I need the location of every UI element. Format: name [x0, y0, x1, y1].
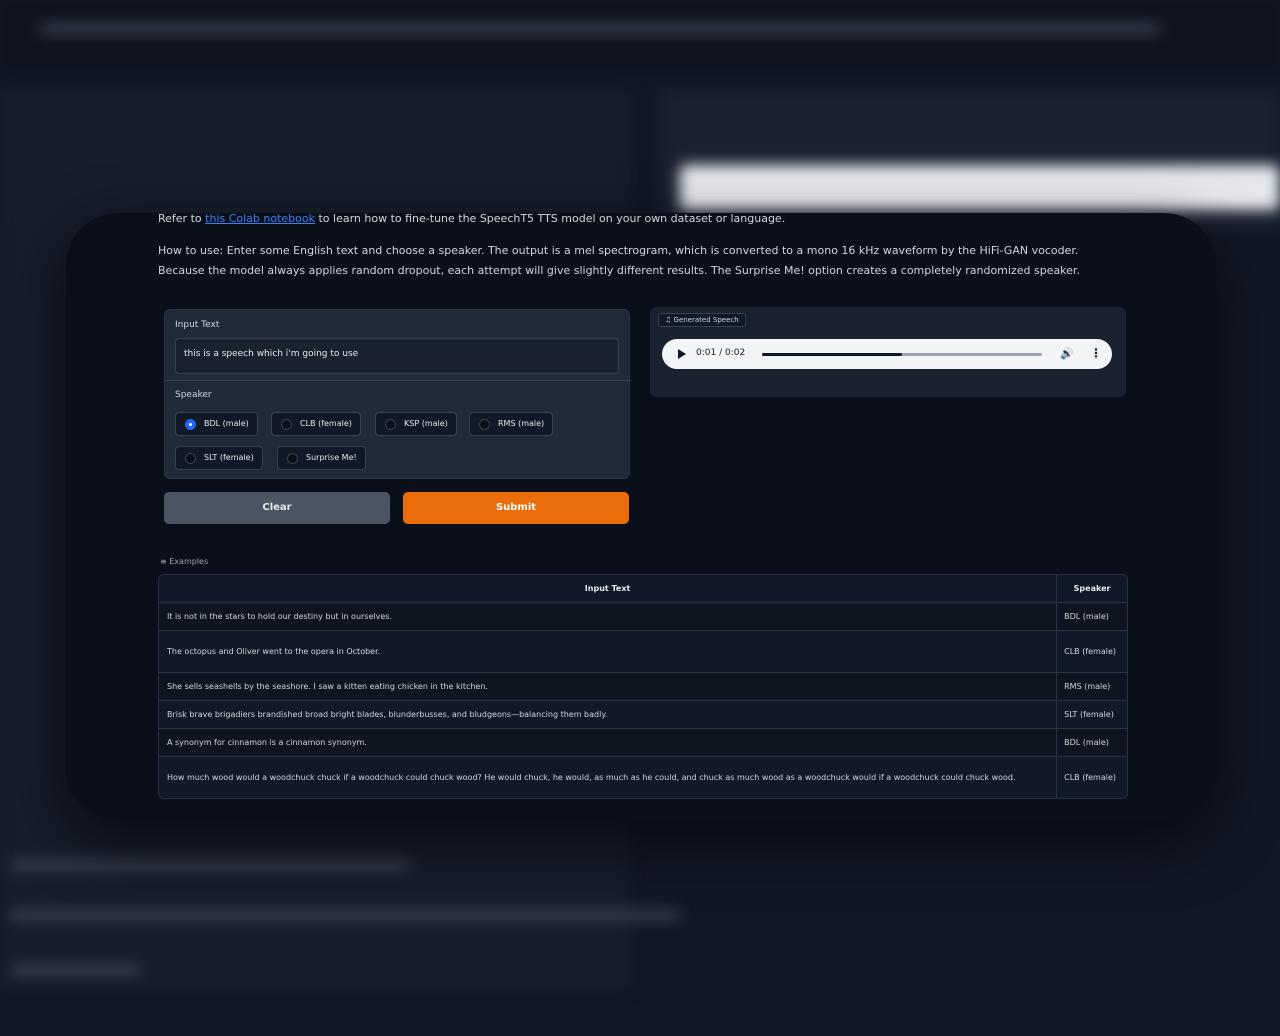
panel-divider	[165, 380, 631, 381]
background-text-line	[10, 965, 140, 975]
speaker-label: Speaker	[175, 390, 212, 400]
example-speaker: SLT (female)	[1056, 701, 1127, 728]
volume-icon[interactable]: 🔊	[1060, 347, 1074, 360]
colab-link[interactable]: this Colab notebook	[205, 213, 315, 225]
input-text-field[interactable]: this is a speech which i'm going to use	[175, 338, 619, 374]
radio-icon	[185, 453, 196, 464]
header-input-text: Input Text	[584, 584, 631, 593]
table-row[interactable]: A synonym for cinnamon is a cinnamon syn…	[159, 728, 1127, 756]
example-input-text: A synonym for cinnamon is a cinnamon syn…	[167, 738, 367, 747]
intro-how-to-use: How to use: Enter some English text and …	[158, 244, 1080, 277]
examples-label: ≡ Examples	[160, 557, 209, 566]
table-row[interactable]: Brisk brave brigadiers brandished broad …	[159, 700, 1127, 728]
radio-icon	[281, 419, 292, 430]
submit-button[interactable]: Submit	[403, 492, 629, 524]
table-row[interactable]: The octopus and Oliver went to the opera…	[159, 630, 1127, 672]
example-speaker: BDL (male)	[1056, 729, 1127, 756]
play-icon[interactable]	[678, 349, 686, 359]
background-input	[680, 165, 1280, 210]
radio-icon	[385, 419, 396, 430]
example-speaker: RMS (male)	[1056, 673, 1127, 700]
example-input-text: She sells seashells by the seashore. I s…	[167, 682, 488, 691]
speaker-option-surprise[interactable]: Surprise Me!	[277, 446, 366, 470]
example-input-text: The octopus and Oliver went to the opera…	[167, 647, 381, 656]
output-panel: ♫ Generated Speech 0:01 / 0:02 🔊 ⋮	[650, 307, 1126, 397]
radio-icon	[287, 453, 298, 464]
intro-refer-text: Refer to this Colab notebook to learn ho…	[158, 213, 786, 225]
example-speaker: CLB (female)	[1056, 757, 1127, 798]
speaker-option-bdl[interactable]: BDL (male)	[175, 412, 258, 436]
example-speaker: BDL (male)	[1056, 603, 1127, 630]
examples-table: Input Text Speaker It is not in the star…	[158, 574, 1128, 799]
speaker-option-slt[interactable]: SLT (female)	[175, 446, 263, 470]
audio-player: 0:01 / 0:02 🔊 ⋮	[662, 339, 1112, 369]
audio-progress-fill	[762, 353, 902, 356]
radio-icon	[479, 419, 490, 430]
clear-button[interactable]: Clear	[164, 492, 390, 524]
background-text-line	[10, 910, 680, 920]
background-text-line	[10, 860, 410, 870]
audio-seek-bar[interactable]	[762, 353, 1042, 356]
audio-time: 0:01 / 0:02	[696, 348, 746, 358]
background-text-line	[40, 24, 1160, 34]
example-input-text: How much wood would a woodchuck chuck if…	[167, 773, 1016, 782]
generated-speech-label: ♫ Generated Speech	[658, 313, 746, 327]
table-row[interactable]: She sells seashells by the seashore. I s…	[159, 672, 1127, 700]
table-row[interactable]: It is not in the stars to hold our desti…	[159, 602, 1127, 630]
table-header: Input Text Speaker	[159, 575, 1127, 602]
example-input-text: It is not in the stars to hold our desti…	[167, 612, 392, 621]
speaker-option-clb[interactable]: CLB (female)	[271, 412, 361, 436]
more-options-icon[interactable]: ⋮	[1090, 346, 1102, 360]
table-row[interactable]: How much wood would a woodchuck chuck if…	[159, 756, 1127, 798]
input-panel: Input Text this is a speech which i'm go…	[164, 309, 631, 479]
speaker-option-rms[interactable]: RMS (male)	[469, 412, 554, 436]
background-topbar	[0, 0, 1280, 70]
radio-selected-icon	[185, 419, 196, 430]
header-speaker: Speaker	[1056, 575, 1127, 602]
app-card: Refer to this Colab notebook to learn ho…	[66, 213, 1216, 821]
example-input-text: Brisk brave brigadiers brandished broad …	[167, 710, 608, 719]
speaker-option-ksp[interactable]: KSP (male)	[375, 412, 457, 436]
input-text-label: Input Text	[175, 320, 220, 330]
example-speaker: CLB (female)	[1056, 631, 1127, 672]
